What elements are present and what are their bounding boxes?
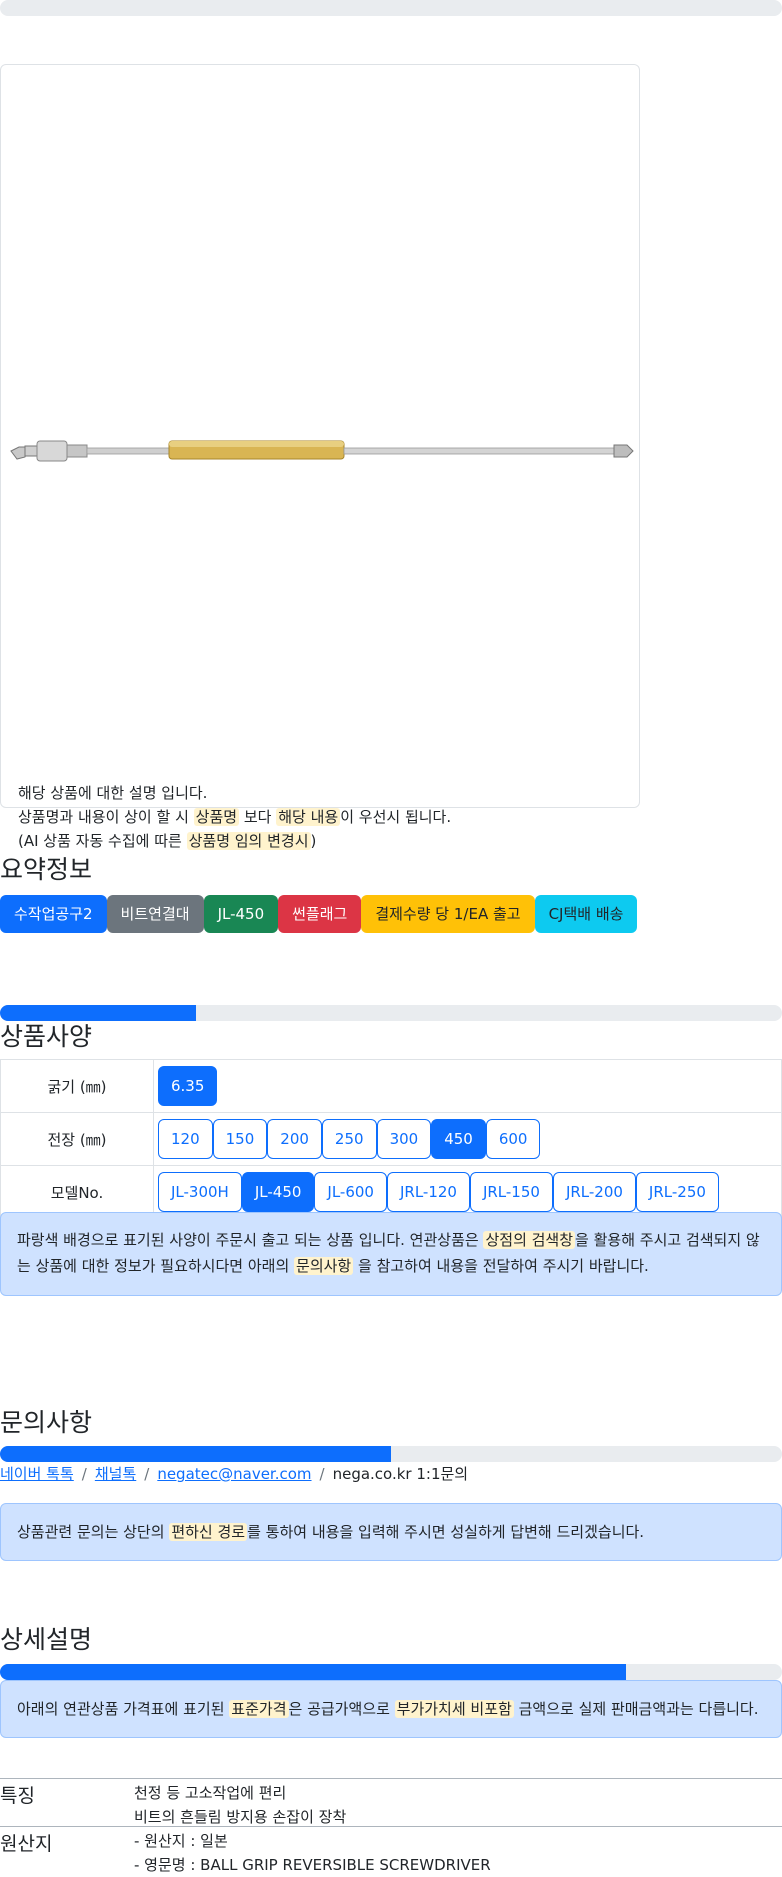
summary-progress-bar — [0, 1005, 782, 1021]
highlight-search: 상점의 검색창 — [483, 1231, 576, 1249]
option-button[interactable]: JRL-200 — [552, 1172, 636, 1212]
option-button[interactable]: 200 — [267, 1119, 322, 1159]
option-button[interactable]: JRL-150 — [469, 1172, 553, 1212]
option-button[interactable]: 150 — [212, 1119, 268, 1159]
spec-notice: 파랑색 배경으로 표기된 사양이 주문시 출고 되는 상품 입니다. 연관상품은… — [0, 1212, 782, 1296]
option-button[interactable]: 120 — [158, 1119, 213, 1159]
spec-label: 전장 (㎜) — [0, 1112, 154, 1166]
details-progress-bar — [0, 1664, 782, 1680]
detail-value: 천정 등 고소작업에 편리 비트의 흔들림 방지용 손잡이 장착 — [134, 1784, 347, 1826]
badge-brand: 썬플래그 — [278, 895, 362, 933]
option-button[interactable]: JL-300H — [158, 1172, 242, 1212]
spec-label: 모델No. — [0, 1165, 154, 1219]
highlight-product-name: 상품명 — [193, 808, 240, 826]
summary-title: 요약정보 — [0, 855, 93, 884]
specs-title: 상품사양 — [0, 1022, 93, 1051]
spec-row-length: 전장 (㎜) 120 150 200 250 300 450 600 — [0, 1112, 782, 1166]
inquiry-title: 문의사항 — [0, 1408, 93, 1437]
option-button[interactable]: 250 — [321, 1119, 377, 1159]
option-button[interactable]: JRL-250 — [635, 1172, 719, 1212]
spec-options: 120 150 200 250 300 450 600 — [153, 1112, 782, 1166]
spec-row-thickness: 굵기 (㎜) 6.35 — [0, 1059, 782, 1113]
option-button[interactable]: 6.35 — [158, 1066, 218, 1106]
top-progress-bar — [0, 0, 782, 16]
details-notice: 아래의 연관상품 가격표에 표기된 표준가격 은 공급가액으로 부가가치세 비포함… — [0, 1680, 782, 1738]
channel-talk-link[interactable]: 채널톡 — [95, 1465, 136, 1483]
product-description: 해당 상품에 대한 설명 입니다. 상품명과 내용이 상이 할 시 상품명 보다… — [18, 781, 451, 853]
product-image — [10, 440, 634, 462]
spec-table: 굵기 (㎜) 6.35 전장 (㎜) 120 150 200 250 300 450 600… — [0, 1059, 782, 1219]
option-button[interactable]: 450 — [431, 1119, 486, 1159]
detail-row-origin: 원산지 - 원산지 : 일본 - 영문명 : BALL GRIP REVERSI… — [0, 1826, 782, 1876]
detail-label: 특징 — [0, 1785, 35, 1807]
spec-options: JL-300H JL-450 JL-600 JRL-120 JRL-150 JRL-200… — [153, 1165, 782, 1219]
detail-label: 원산지 — [0, 1833, 53, 1855]
naver-talk-link[interactable]: 네이버 톡톡 — [0, 1465, 74, 1483]
badge-model: JL-450 — [203, 895, 279, 933]
option-button[interactable]: JRL-120 — [386, 1172, 470, 1212]
site-inquiry-text: nega.co.kr 1:1문의 — [332, 1465, 469, 1483]
option-button[interactable]: JL-450 — [241, 1172, 315, 1212]
highlight-inquiry: 문의사항 — [294, 1257, 354, 1275]
highlight-content: 해당 내용 — [276, 808, 341, 826]
desc-line-2: 상품명과 내용이 상이 할 시 상품명 보다 해당 내용 이 우선시 됩니다. — [18, 808, 452, 826]
summary-badges: 수작업공구2 비트연결대 JL-450 썬플래그 결제수량 당 1/EA 출고 … — [0, 895, 638, 933]
details-title: 상세설명 — [0, 1625, 93, 1654]
detail-value: - 원산지 : 일본 - 영문명 : BALL GRIP REVERSIBLE … — [134, 1832, 491, 1874]
product-image-card: 해당 상품에 대한 설명 입니다. 상품명과 내용이 상이 할 시 상품명 보다… — [0, 64, 640, 850]
badge-quantity: 결제수량 당 1/EA 출고 — [361, 895, 535, 933]
inquiry-progress-bar — [0, 1446, 782, 1462]
highlight-vat: 부가가치세 비포함 — [394, 1700, 514, 1718]
spec-row-model: 모델No. JL-300H JL-450 JL-600 JRL-120 JRL-150 J… — [0, 1165, 782, 1219]
badge-type: 비트연결대 — [106, 895, 204, 933]
spec-options: 6.35 — [153, 1059, 782, 1113]
badge-shipping: CJ택배 배송 — [534, 895, 638, 933]
email-link[interactable]: negatec@naver.com — [157, 1465, 311, 1483]
inquiry-notice: 상품관련 문의는 상단의 편하신 경로 를 통하여 내용을 입력해 주시면 성실하… — [0, 1503, 782, 1561]
option-button[interactable]: 300 — [376, 1119, 432, 1159]
highlight-standard-price: 표준가격 — [229, 1700, 289, 1718]
highlight-name-change: 상품명 임의 변경시 — [186, 832, 311, 850]
spec-label: 굵기 (㎜) — [0, 1059, 154, 1113]
highlight-route: 편하신 경로 — [169, 1523, 248, 1541]
desc-line-1: 해당 상품에 대한 설명 입니다. — [18, 784, 208, 802]
option-button[interactable]: JL-600 — [314, 1172, 387, 1212]
inquiry-progress-fill — [0, 1446, 391, 1462]
option-button[interactable]: 600 — [485, 1119, 541, 1159]
inquiry-links: 네이버 톡톡 / 채널톡 / negatec@naver.com / nega.co.kr … — [0, 1465, 469, 1483]
details-progress-fill — [0, 1664, 626, 1680]
badge-category: 수작업공구2 — [0, 895, 107, 933]
detail-row-feature: 특징 천정 등 고소작업에 편리 비트의 흔들림 방지용 손잡이 장착 — [0, 1778, 782, 1829]
